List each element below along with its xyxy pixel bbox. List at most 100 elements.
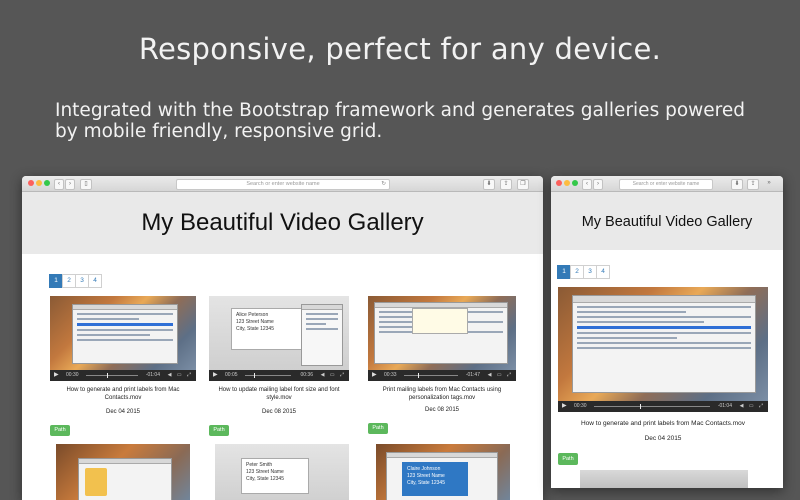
seek-bar[interactable]	[86, 373, 138, 378]
zoom-window-button[interactable]	[44, 180, 50, 186]
video-player[interactable]	[56, 444, 190, 500]
page-link-1[interactable]: 1	[49, 274, 63, 288]
video-player[interactable]: ▶ 00:30 -01:04 ◀ ▭ ⤢	[558, 287, 768, 412]
page-link-1[interactable]: 1	[557, 265, 571, 279]
video-card	[56, 444, 190, 500]
close-window-button[interactable]	[28, 180, 34, 186]
play-icon[interactable]: ▶	[372, 370, 377, 381]
video-date: Dec 04 2015	[644, 435, 682, 442]
minimize-window-button[interactable]	[36, 180, 42, 186]
play-icon[interactable]: ▶	[213, 370, 218, 381]
video-player[interactable]: Peter Smith 123 Street Name City, State …	[215, 444, 349, 500]
gallery-title: My Beautiful Video Gallery	[551, 192, 783, 250]
address-bar-placeholder: Search or enter website name	[632, 181, 700, 187]
player-controls: ▶ 00:30 -01:04 ◀ ▭ ⤢	[50, 370, 196, 381]
video-card: Alice Peterson 123 Street Name City, Sta…	[209, 296, 349, 436]
page-link-2[interactable]: 2	[570, 265, 584, 279]
play-icon[interactable]: ▶	[54, 370, 59, 381]
path-button[interactable]: Path	[50, 425, 70, 436]
address-bar[interactable]: Search or enter website name	[619, 179, 713, 190]
selected-label-preview: Claire Johnson 123 Street Name City, Sta…	[402, 462, 468, 496]
video-title: How to generate and print labels from Ma…	[580, 420, 746, 427]
more-icon[interactable]: »	[763, 179, 775, 188]
time-remaining: -01:04	[717, 403, 732, 409]
volume-icon[interactable]: ◀ ▭ ⤢	[740, 401, 765, 412]
label-name: Alice Peterson	[236, 312, 269, 318]
address-label-preview: Peter Smith 123 Street Name City, State …	[241, 458, 309, 494]
time-remaining: 00:36	[300, 372, 313, 378]
label-name: Claire Johnson	[407, 466, 441, 472]
label-city: City, State 12345	[246, 476, 284, 482]
address-label-preview: Alice Peterson 123 Street Name City, Sta…	[231, 308, 303, 350]
tabs-icon[interactable]: ❐	[517, 179, 529, 190]
share-icon[interactable]: ⇪	[500, 179, 512, 190]
label-street: 123 Street Name	[246, 469, 284, 475]
forward-icon[interactable]: ›	[593, 179, 603, 190]
close-window-button[interactable]	[556, 180, 562, 186]
page-link-3[interactable]: 3	[75, 274, 89, 288]
forward-icon[interactable]: ›	[65, 179, 75, 190]
video-player[interactable]: ▶ 00:33 -01:47 ◀ ▭ ⤢	[368, 296, 516, 381]
page-link-4[interactable]: 4	[88, 274, 102, 288]
video-card	[580, 470, 748, 488]
hero-subtitle: Integrated with the Bootstrap framework …	[55, 100, 745, 142]
share-icon[interactable]: ⇪	[747, 179, 759, 190]
seek-bar[interactable]	[594, 404, 710, 409]
page-link-3[interactable]: 3	[583, 265, 597, 279]
reload-icon[interactable]: ↻	[381, 180, 386, 189]
video-player[interactable]	[580, 470, 748, 488]
browser-toolbar: ‹ › Search or enter website name ⬇ ⇪ »	[551, 176, 783, 192]
volume-icon[interactable]: ◀ ▭ ⤢	[168, 370, 193, 381]
page-link-2[interactable]: 2	[62, 274, 76, 288]
time-elapsed: 00:30	[574, 403, 587, 409]
pagination: 1 2 3 4	[557, 265, 610, 279]
label-name: Peter Smith	[246, 462, 273, 468]
video-card: Claire Johnson 123 Street Name City, Sta…	[376, 444, 510, 500]
path-button[interactable]: Path	[368, 423, 388, 434]
path-button[interactable]: Path	[558, 453, 578, 465]
player-controls: ▶ 00:33 -01:47 ◀ ▭ ⤢	[368, 370, 516, 381]
download-icon[interactable]: ⬇	[483, 179, 495, 190]
browser-toolbar: ‹ › ▯ Search or enter website name ↻ ⬇ ⇪…	[22, 176, 543, 192]
video-card: ▶ 00:30 -01:04 ◀ ▭ ⤢ How to generate and…	[558, 287, 768, 465]
video-player[interactable]: Alice Peterson 123 Street Name City, Sta…	[209, 296, 349, 381]
seek-bar[interactable]	[245, 373, 291, 378]
time-elapsed: 00:05	[225, 372, 238, 378]
volume-icon[interactable]: ◀ ▭ ⤢	[488, 370, 513, 381]
address-bar[interactable]: Search or enter website name ↻	[176, 179, 390, 190]
path-button[interactable]: Path	[209, 425, 229, 436]
play-icon[interactable]: ▶	[562, 401, 567, 412]
video-date: Dec 04 2015	[105, 409, 141, 415]
video-player[interactable]: ▶ 00:30 -01:04 ◀ ▭ ⤢	[50, 296, 196, 381]
alert-dialog-image	[412, 308, 468, 334]
page-link-4[interactable]: 4	[596, 265, 610, 279]
back-icon[interactable]: ‹	[54, 179, 64, 190]
video-date: Dec 08 2015	[261, 409, 297, 415]
video-title: How to update mailing label font size an…	[218, 387, 340, 401]
label-street: 123 Street Name	[236, 319, 274, 325]
label-city: City, State 12345	[236, 326, 274, 332]
minimize-window-button[interactable]	[564, 180, 570, 186]
time-elapsed: 00:33	[384, 372, 397, 378]
player-controls: ▶ 00:05 00:36 ◀ ▭ ⤢	[209, 370, 349, 381]
label-street: 123 Street Name	[407, 473, 445, 479]
contacts-window-image	[72, 304, 178, 364]
time-remaining: -01:04	[145, 372, 160, 378]
download-icon[interactable]: ⬇	[731, 179, 743, 190]
address-bar-placeholder: Search or enter website name	[246, 181, 320, 187]
seek-bar[interactable]	[404, 373, 458, 378]
sidebar-icon[interactable]: ▯	[80, 179, 92, 190]
settings-panel-image	[301, 304, 343, 366]
zoom-window-button[interactable]	[572, 180, 578, 186]
video-player[interactable]: Claire Johnson 123 Street Name City, Sta…	[376, 444, 510, 500]
browser-window-mobile: ‹ › Search or enter website name ⬇ ⇪ » M…	[551, 176, 783, 488]
video-card: Peter Smith 123 Street Name City, State …	[215, 444, 349, 500]
label-city: City, State 12345	[407, 480, 445, 486]
video-card: ▶ 00:33 -01:47 ◀ ▭ ⤢ Print mailing label…	[368, 296, 516, 434]
video-date: Dec 08 2015	[424, 407, 460, 413]
video-title: Print mailing labels from Mac Contacts u…	[382, 387, 502, 401]
volume-icon[interactable]: ◀ ▭ ⤢	[321, 370, 346, 381]
back-icon[interactable]: ‹	[582, 179, 592, 190]
pagination: 1 2 3 4	[49, 274, 102, 288]
video-frame	[580, 470, 748, 488]
